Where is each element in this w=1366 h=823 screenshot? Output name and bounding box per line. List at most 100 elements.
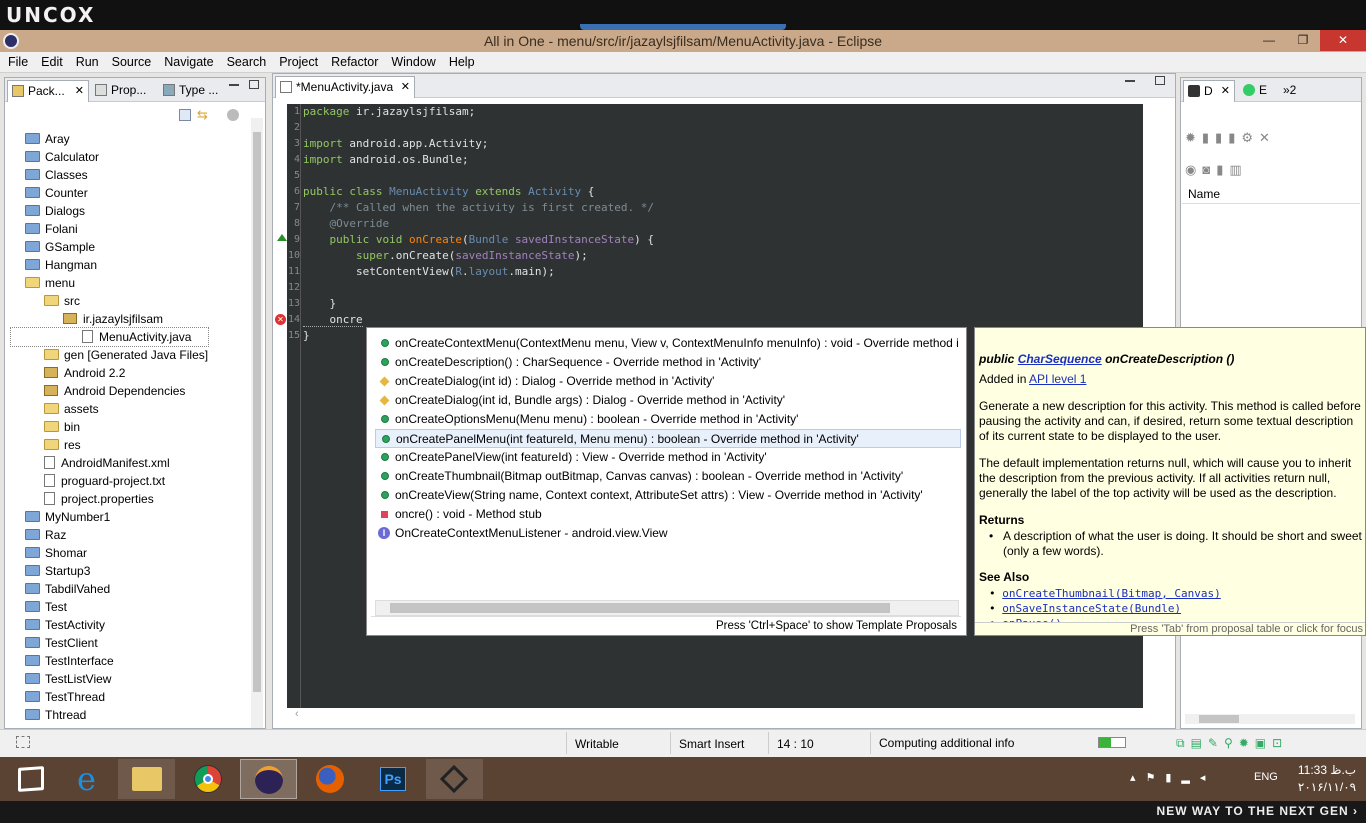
tree-item[interactable]: ir.jazaylsjfilsam <box>11 310 208 328</box>
photoshop-icon[interactable]: Ps <box>364 759 421 799</box>
tree-scrollbar[interactable] <box>251 118 263 728</box>
menu-refactor[interactable]: Refactor <box>323 52 383 69</box>
tree-item[interactable]: GSample <box>11 238 208 256</box>
devices-column-header[interactable]: Name <box>1182 184 1360 204</box>
tree-item[interactable]: TestClient <box>11 634 208 652</box>
maximize-button[interactable]: ❐ <box>1288 30 1318 51</box>
tree-item[interactable]: Android 2.2 <box>11 364 208 382</box>
tree-item[interactable]: Android Dependencies <box>11 382 208 400</box>
menu-edit[interactable]: Edit <box>33 52 68 69</box>
close-tab-icon[interactable]: ✕ <box>401 80 410 93</box>
doc-sig-type-link[interactable]: CharSequence <box>1018 352 1102 366</box>
collapse-all-icon[interactable] <box>179 109 191 121</box>
internet-explorer-icon[interactable]: e <box>58 759 115 799</box>
minimize-view-icon[interactable] <box>1125 80 1135 82</box>
completion-item[interactable]: onCreateDialog(int id) : Dialog - Overri… <box>375 372 961 391</box>
tab-menuactivity[interactable]: *MenuActivity.java ✕ <box>275 76 415 98</box>
tree-item[interactable]: res <box>11 436 208 454</box>
tree-item[interactable]: TestListView <box>11 670 208 688</box>
minimize-button[interactable]: — <box>1254 30 1284 51</box>
completion-item[interactable]: onCreateDescription() : CharSequence - O… <box>375 353 961 372</box>
tree-item[interactable]: Thtread <box>11 706 208 724</box>
file-explorer-icon[interactable] <box>118 759 175 799</box>
ddms-hscroll[interactable] <box>1185 714 1355 724</box>
tree-item[interactable]: menu <box>11 274 208 292</box>
completion-item[interactable]: onCreateContextMenu(ContextMenu menu, Vi… <box>375 334 961 353</box>
doc-see-link-2[interactable]: onSaveInstanceState(Bundle) <box>1002 602 1181 615</box>
tree-item[interactable]: AndroidManifest.xml <box>11 454 208 472</box>
tree-item[interactable]: src <box>11 292 208 310</box>
tray-time[interactable]: 11:33 ب.ظ <box>1292 763 1362 777</box>
fast-view-icon[interactable] <box>16 736 30 748</box>
menu-project[interactable]: Project <box>271 52 323 69</box>
error-marker-icon[interactable]: ✕ <box>275 314 286 325</box>
tab-overflow[interactable]: »2 <box>1277 80 1307 102</box>
menu-source[interactable]: Source <box>104 52 157 69</box>
completion-item[interactable]: onCreateOptionsMenu(Menu menu) : boolean… <box>375 410 961 429</box>
tree-item[interactable]: gen [Generated Java Files] <box>11 346 208 364</box>
completion-item[interactable]: oncre() : void - Method stub <box>375 505 961 524</box>
tree-item[interactable]: MenuActivity.java <box>9 327 210 347</box>
completion-item[interactable]: I OnCreateContextMenuListener - android.v… <box>375 524 961 543</box>
completion-item[interactable]: onCreatePanelView(int featureId) : View … <box>375 448 961 467</box>
completion-item[interactable]: onCreateView(String name, Context contex… <box>375 486 961 505</box>
menu-help[interactable]: Help <box>441 52 480 69</box>
start-button[interactable] <box>4 759 61 799</box>
eclipse-task-icon[interactable] <box>240 759 297 799</box>
tree-item[interactable]: Calculator <box>11 148 208 166</box>
completion-hscroll[interactable] <box>375 600 959 616</box>
menu-run[interactable]: Run <box>68 52 104 69</box>
link-editor-icon[interactable]: ⇆ <box>197 108 211 121</box>
tree-item[interactable]: TestActivity <box>11 616 208 634</box>
tree-item[interactable]: assets <box>11 400 208 418</box>
tree-item[interactable]: bin <box>11 418 208 436</box>
tree-item[interactable]: Startup3 <box>11 562 208 580</box>
tab-package-explorer[interactable]: Pack... ✕ <box>7 80 89 102</box>
minimize-view-icon[interactable] <box>229 84 239 86</box>
menu-navigate[interactable]: Navigate <box>156 52 218 69</box>
tree-item[interactable]: Hangman <box>11 256 208 274</box>
tree-item[interactable]: Classes <box>11 166 208 184</box>
close-tab-icon[interactable]: ✕ <box>1221 84 1230 97</box>
tree-item[interactable]: Counter <box>11 184 208 202</box>
menu-file[interactable]: File <box>0 52 33 69</box>
tree-item[interactable]: MyNumber1 <box>11 508 208 526</box>
tab-devices[interactable]: D ✕ <box>1183 80 1235 102</box>
status-tool-icons[interactable]: ⧉▤✎⚲✹▣⊡ <box>1176 736 1362 752</box>
tree-item[interactable]: Dialogs <box>11 202 208 220</box>
close-button[interactable]: ✕ <box>1320 30 1366 51</box>
maximize-view-icon[interactable] <box>1155 76 1165 85</box>
ddms-toolbar-icons-2[interactable]: ◉◙▮▥ <box>1185 162 1305 178</box>
tree-item[interactable]: Test <box>11 598 208 616</box>
tree-item[interactable]: TestThread <box>11 688 208 706</box>
completion-item[interactable]: onCreateThumbnail(Bitmap outBitmap, Canv… <box>375 467 961 486</box>
tray-date[interactable]: ۲۰۱۶/۱۱/۰۹ <box>1292 780 1362 794</box>
tray-icons[interactable]: ▴⚑▮▂◂ <box>1130 771 1250 787</box>
editor-hscroll[interactable]: ‹ <box>295 708 1137 722</box>
completion-item[interactable]: onCreatePanelMenu(int featureId, Menu me… <box>375 429 961 448</box>
close-tab-icon[interactable]: ✕ <box>75 84 84 97</box>
chrome-icon[interactable] <box>180 759 237 799</box>
tree-item[interactable]: TestInterface <box>11 652 208 670</box>
tray-language[interactable]: ENG <box>1254 771 1278 783</box>
maximize-view-icon[interactable] <box>249 80 259 89</box>
doc-see-link-1[interactable]: onCreateThumbnail(Bitmap, Canvas) <box>1002 587 1221 600</box>
menu-window[interactable]: Window <box>383 52 440 69</box>
completion-item[interactable]: onCreateDialog(int id, Bundle args) : Di… <box>375 391 961 410</box>
menu-search[interactable]: Search <box>219 52 272 69</box>
ddms-toolbar-icons[interactable]: ✹▮▮▮⚙✕ <box>1185 130 1355 146</box>
firefox-icon[interactable] <box>302 759 359 799</box>
tree-item[interactable]: proguard-project.txt <box>11 472 208 490</box>
app-icon[interactable] <box>426 759 483 799</box>
tab-properties[interactable]: Prop... <box>91 80 157 102</box>
view-menu-icon[interactable] <box>227 109 239 121</box>
tree-item[interactable]: project.properties <box>11 490 208 508</box>
tab-type-hierarchy[interactable]: Type ... <box>159 80 225 102</box>
tree-item[interactable]: Aray <box>11 130 208 148</box>
tree-item[interactable]: Shomar <box>11 544 208 562</box>
doc-api-level-link[interactable]: API level 1 <box>1029 372 1086 386</box>
tree-item[interactable]: Folani <box>11 220 208 238</box>
tab-emulator[interactable]: E <box>1239 80 1279 102</box>
tree-item[interactable]: Raz <box>11 526 208 544</box>
tree-item[interactable]: TabdilVahed <box>11 580 208 598</box>
